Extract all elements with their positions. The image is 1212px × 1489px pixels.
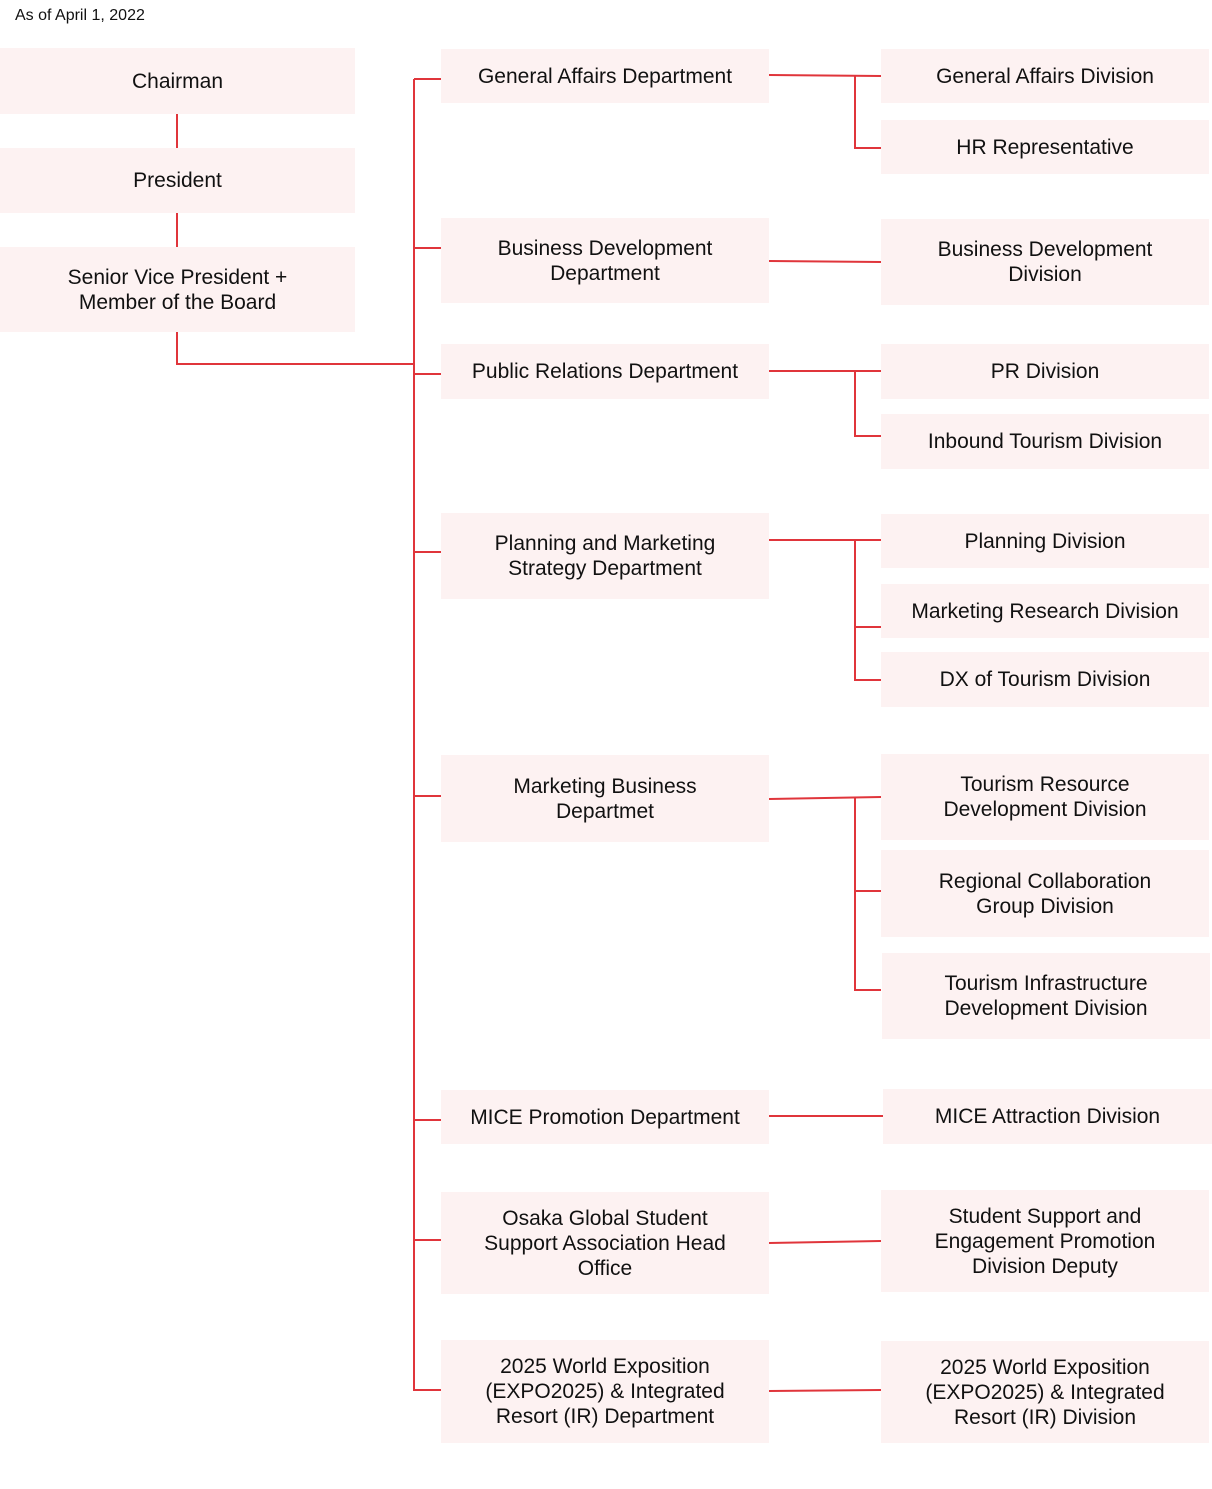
connector-svp-trunk — [176, 332, 414, 365]
div-hr-representative[interactable]: HR Representative — [881, 120, 1209, 174]
dept-osaka-global-student[interactable]: Osaka Global Student Support Association… — [441, 1192, 769, 1294]
dept-marketing-business[interactable]: Marketing Business Departmet — [441, 755, 769, 842]
div-link-planning-branch — [854, 540, 881, 681]
div-link-mb-branch — [854, 797, 881, 991]
dept-public-relations[interactable]: Public Relations Department — [441, 344, 769, 399]
dept-link-general-affairs — [768, 74, 882, 77]
div-planning[interactable]: Planning Division — [881, 514, 1209, 568]
div-tourism-resource[interactable]: Tourism Resource Development Division — [881, 754, 1209, 840]
dept-expo2025-ir[interactable]: 2025 World Exposition (EXPO2025) & Integ… — [441, 1340, 769, 1443]
dept-link-expo — [768, 1389, 882, 1392]
div-link-inbound — [854, 371, 881, 437]
div-link-hr — [854, 76, 881, 149]
div-business-development[interactable]: Business Development Division — [881, 219, 1209, 305]
div-general-affairs[interactable]: General Affairs Division — [881, 49, 1209, 103]
div-regional-collaboration[interactable]: Regional Collaboration Group Division — [881, 850, 1209, 937]
div-inbound-tourism[interactable]: Inbound Tourism Division — [881, 414, 1209, 469]
box-chairman[interactable]: Chairman — [0, 48, 355, 114]
dept-mice-promotion[interactable]: MICE Promotion Department — [441, 1090, 769, 1144]
dept-link-business-development — [768, 260, 882, 263]
dept-business-development[interactable]: Business Development Department — [441, 218, 769, 303]
div-pr[interactable]: PR Division — [881, 344, 1209, 399]
box-senior-vice-president[interactable]: Senior Vice President + Member of the Bo… — [0, 247, 355, 332]
dept-link-marketing-business — [768, 796, 882, 800]
box-president[interactable]: President — [0, 148, 355, 213]
div-student-support[interactable]: Student Support and Engagement Promotion… — [881, 1190, 1209, 1292]
div-mice-attraction[interactable]: MICE Attraction Division — [883, 1089, 1212, 1144]
dept-planning-marketing[interactable]: Planning and Marketing Strategy Departme… — [441, 513, 769, 599]
div-dx-tourism[interactable]: DX of Tourism Division — [881, 652, 1209, 707]
dept-link-osaka-global — [768, 1240, 882, 1244]
div-marketing-research[interactable]: Marketing Research Division — [881, 584, 1209, 638]
dept-general-affairs[interactable]: General Affairs Department — [441, 49, 769, 103]
div-expo2025-ir[interactable]: 2025 World Exposition (EXPO2025) & Integ… — [881, 1341, 1209, 1443]
div-tourism-infrastructure[interactable]: Tourism Infrastructure Development Divis… — [882, 953, 1210, 1039]
